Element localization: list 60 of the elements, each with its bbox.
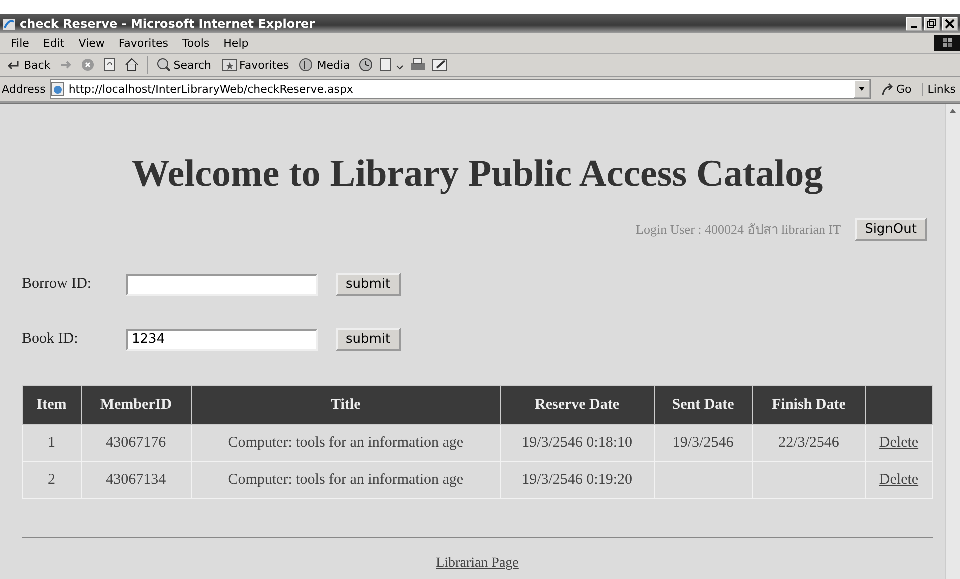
media-icon	[299, 57, 316, 73]
edit-icon[interactable]	[432, 57, 448, 73]
menu-item[interactable]: Tools	[176, 36, 217, 50]
table-cell: 19/3/2546 0:18:10	[522, 434, 632, 450]
menu-item[interactable]: Favorites	[112, 36, 176, 50]
menu-item[interactable]: File	[4, 36, 36, 50]
printer-icon[interactable]	[410, 57, 426, 73]
menu-item[interactable]: Edit	[36, 36, 72, 50]
toolbar-button[interactable]: Search	[154, 57, 214, 73]
menu-item[interactable]: View	[72, 36, 112, 50]
close-button[interactable]	[942, 16, 958, 30]
go-arrow-icon	[881, 82, 894, 96]
column-header: MemberID	[81, 386, 192, 424]
restore-button[interactable]	[924, 16, 940, 30]
address-field[interactable]: http://localhost/InterLibraryWeb/checkReserve.aspx	[50, 79, 872, 99]
login-user-text: Login User : 400024 อัปสา librarian IT	[636, 221, 842, 239]
column-header: Item	[22, 386, 81, 424]
table-cell: 1	[48, 434, 56, 450]
page-heading: Welcome to Library Public Access Catalog	[130, 152, 824, 196]
house-icon[interactable]	[124, 57, 141, 73]
field-label: Book ID:	[22, 331, 80, 348]
menu-item[interactable]: Help	[216, 36, 256, 50]
restore-icon	[927, 18, 937, 28]
table-cell: Computer: tools for an information age	[228, 472, 464, 488]
column-header: Reserve Date	[500, 386, 654, 424]
minimize-button[interactable]	[906, 16, 922, 30]
search-icon	[156, 57, 172, 73]
star-folder-icon	[222, 57, 238, 73]
librarian-page-link[interactable]: Librarian Page	[436, 556, 519, 571]
submit-button[interactable]: submit	[336, 273, 401, 296]
input-field[interactable]	[126, 274, 318, 296]
toolbar-button[interactable]: Back	[4, 57, 53, 73]
page-icon	[50, 82, 65, 96]
table-cell: 43067134	[106, 472, 166, 488]
window-title: check Reserve - Microsoft Internet Explorer	[20, 16, 316, 30]
toolbar-button[interactable]: Favorites	[220, 57, 292, 73]
close-icon	[945, 18, 955, 28]
column-header: Finish Date	[752, 386, 866, 424]
table-cell: 2	[48, 472, 56, 488]
column-header: Title	[191, 386, 500, 424]
signout-button[interactable]: SignOut	[855, 218, 927, 241]
column-header: Sent Date	[654, 386, 752, 424]
table-cell: 19/3/2546 0:19:20	[522, 472, 632, 488]
table-cell: 22/3/2546	[778, 434, 840, 450]
go-button[interactable]: Go	[875, 82, 918, 96]
minimize-icon	[911, 26, 917, 28]
browser-icon	[2, 16, 16, 30]
table-cell: 19/3/2546	[672, 434, 734, 450]
input-field[interactable]: 1234	[126, 328, 318, 350]
history-icon[interactable]	[358, 57, 374, 73]
submit-button[interactable]: submit	[336, 328, 401, 351]
links-button[interactable]: Links	[922, 82, 958, 96]
toolbar-button[interactable]: Media	[297, 57, 352, 73]
field-label: Borrow ID:	[22, 276, 93, 293]
windows-logo-icon	[934, 35, 960, 51]
stop-icon[interactable]	[80, 57, 97, 73]
address-label: Address	[2, 82, 46, 96]
table-cell: 43067176	[106, 434, 166, 450]
scrollbar[interactable]	[945, 104, 960, 579]
table-cell: Computer: tools for an information age	[228, 434, 464, 450]
